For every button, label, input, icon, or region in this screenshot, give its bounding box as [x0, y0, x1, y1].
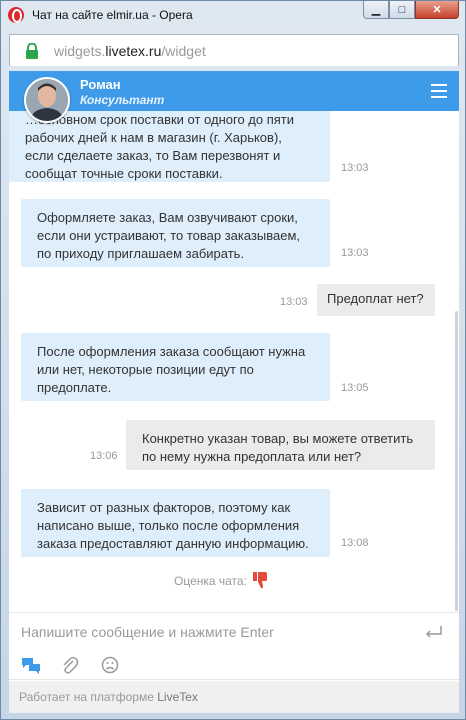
sad-face-icon	[101, 656, 119, 674]
address-bar[interactable]: widgets.livetex.ru/widget	[9, 34, 459, 66]
chat-widget: Роман Консультант …основном срок поставк…	[9, 71, 459, 713]
maximize-button[interactable]: □	[389, 1, 415, 19]
message-time: 13:05	[341, 382, 369, 394]
title-bar[interactable]: Чат на сайте elmir.ua - Opera ▁ □ ✕	[1, 1, 465, 30]
message-incoming: После оформления заказа сообщают нужна и…	[21, 333, 330, 401]
chat-rating: Оценка чата:	[174, 572, 268, 589]
browser-window: Чат на сайте elmir.ua - Opera ▁ □ ✕ widg…	[0, 0, 466, 720]
livetex-link[interactable]: LiveTex	[157, 690, 198, 704]
message-incoming: …основном срок поставки от одного до пят…	[9, 111, 330, 182]
hamburger-menu-icon[interactable]	[431, 84, 447, 98]
message-time: 13:03	[280, 296, 308, 308]
opera-logo-icon	[8, 7, 24, 23]
chat-header: Роман Консультант	[9, 71, 459, 111]
emoji-button[interactable]	[101, 656, 121, 676]
message-time: 13:03	[341, 247, 369, 259]
attach-file-button[interactable]	[61, 656, 81, 676]
rating-label: Оценка чата:	[174, 573, 247, 588]
powered-by-footer: Работает на платформе LiveTex	[9, 681, 459, 713]
message-incoming: Оформляете заказ, Вам озвучивают сроки, …	[21, 199, 330, 267]
message-composer	[9, 612, 459, 650]
lock-icon	[26, 43, 38, 59]
chat-bubbles-icon	[22, 658, 40, 674]
footer-prefix: Работает на платформе	[19, 690, 154, 704]
url-text[interactable]: widgets.livetex.ru/widget	[54, 43, 206, 59]
chat-toolbar	[9, 650, 459, 684]
message-incoming: Зависит от разных факторов, поэтому как …	[21, 489, 330, 557]
message-time: 13:03	[341, 162, 369, 174]
message-outgoing: Конкретно указан товар, вы можете ответи…	[126, 420, 435, 470]
enter-icon[interactable]	[425, 626, 443, 638]
operator-name: Роман	[80, 77, 121, 92]
window-title: Чат на сайте elmir.ua - Opera	[32, 8, 193, 22]
minimize-button[interactable]: ▁	[363, 1, 389, 19]
message-time: 13:06	[90, 450, 118, 462]
close-button[interactable]: ✕	[415, 1, 459, 19]
paperclip-icon	[63, 656, 79, 674]
thumbs-down-icon[interactable]	[252, 572, 268, 589]
message-list[interactable]: …основном срок поставки от одного до пят…	[9, 111, 459, 611]
scrollbar[interactable]	[455, 311, 458, 611]
window-controls: ▁ □ ✕	[363, 1, 459, 19]
avatar	[24, 77, 70, 123]
message-time: 13:08	[341, 537, 369, 549]
message-outgoing: Предоплат нет?	[317, 284, 435, 316]
operator-role: Консультант	[80, 93, 165, 107]
chat-tab[interactable]	[21, 656, 43, 684]
message-input[interactable]	[21, 624, 411, 640]
